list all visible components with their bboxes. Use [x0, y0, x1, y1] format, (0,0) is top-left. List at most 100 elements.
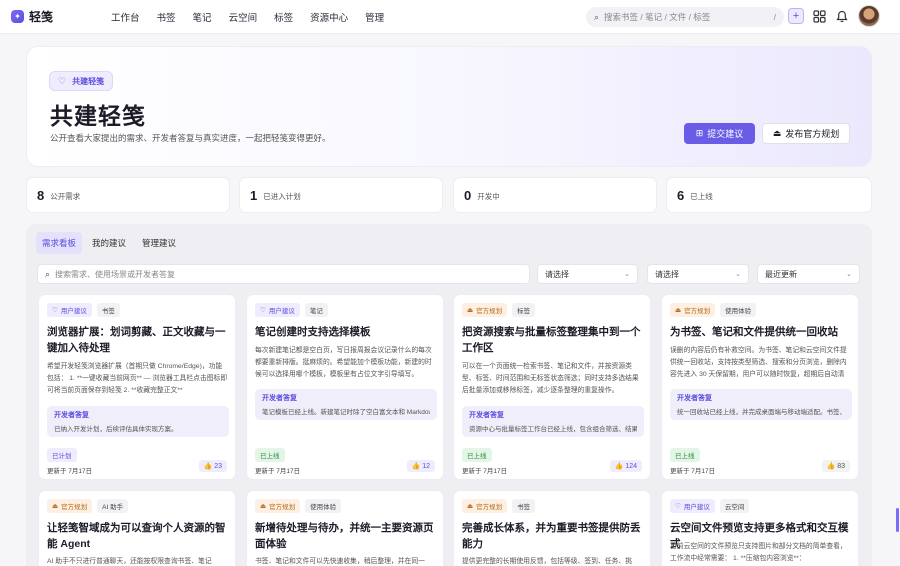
megaphone-icon: ⏏: [52, 503, 59, 510]
developer-reply: 开发者答复 统一回收站已经上线，并完成桌面端与移动端适配。书签、笔记: [670, 389, 852, 420]
lightbulb-icon: ♡: [52, 307, 58, 314]
hero-badge-label: 共建轻笺: [72, 76, 105, 86]
type-chip: ⏏ 官方规划: [462, 499, 508, 513]
nav-item-cloud[interactable]: 云空间: [229, 10, 258, 24]
apps-grid-icon[interactable]: [811, 8, 827, 24]
suggestion-card[interactable]: ♡ 用户建议 笔记 笔记创建时支持选择模板 每次新建笔记都是空白页，写日报周报会议记…: [246, 294, 444, 480]
type-chip: ⏏ 官方规划: [255, 499, 301, 513]
reply-heading: 开发者答复: [469, 412, 504, 419]
status-badge: 已上线: [462, 448, 492, 462]
hero-badge: ♡ 共建轻笺: [49, 71, 114, 91]
stat-value: 8: [37, 187, 45, 203]
chevron-down-icon: ⌄: [846, 271, 852, 278]
add-icon[interactable]: +: [788, 8, 804, 24]
search-icon: ⌕: [594, 11, 600, 22]
megaphone-icon: ⏏: [675, 307, 682, 314]
nav-item-bookmarks[interactable]: 书签: [157, 10, 176, 24]
search-icon: ⌕: [45, 268, 51, 279]
avatar[interactable]: [858, 5, 880, 27]
board-search-input[interactable]: ⌕ 搜索需求、使用场景或开发者答复: [37, 264, 530, 284]
updated-time: 更新于 7月17日: [47, 468, 93, 475]
scrollbar-thumb[interactable]: [896, 508, 899, 532]
stat-value: 1: [250, 187, 258, 203]
type-chip: ⏏ 官方规划: [47, 499, 93, 513]
type-chip: ⏏ 官方规划: [670, 303, 716, 317]
plus-square-icon: ⊞: [695, 128, 704, 138]
hero-banner: ♡ 共建轻笺 共建轻笺 公开查看大家提出的需求、开发者答复与真实进度，一起把轻笺…: [26, 46, 872, 167]
stat-value: 0: [464, 187, 472, 203]
megaphone-icon: ⏏: [772, 128, 782, 138]
publish-plan-label: 发布官方规划: [785, 129, 840, 139]
status-filter-select[interactable]: 请选择 ⌄: [647, 264, 749, 284]
developer-reply: 开发者答复已纳入开发计划，后续评估具体实现方案。: [47, 406, 229, 437]
stat-public: 8 公开需求: [26, 177, 230, 213]
nav-item-workbench[interactable]: 工作台: [111, 10, 140, 24]
chevron-down-icon: ⌄: [735, 271, 741, 278]
card-title: 笔记创建时支持选择模板: [255, 326, 371, 338]
stat-label: 开发中: [477, 192, 500, 201]
app-logo[interactable]: ✦ 轻笺: [11, 8, 53, 25]
reply-heading: 开发者答复: [262, 395, 297, 402]
status-badge: 已计划: [47, 448, 77, 462]
type-chip: ♡ 用户建议: [47, 303, 92, 317]
nav-item-tags[interactable]: 标签: [274, 10, 293, 24]
suggestion-card[interactable]: ⏏ 官方规划 标签 把资源搜索与批量标签整理集中到一个工作区 可以在一个页面统一检索…: [453, 294, 651, 480]
type-chip: ♡ 用户建议: [670, 499, 715, 513]
lightbulb-icon: ♡: [260, 307, 266, 314]
vote-button[interactable]: 👍 124: [609, 460, 642, 472]
chevron-down-icon: ⌄: [624, 271, 630, 278]
search-shortcut: /: [773, 12, 776, 22]
tag-chip: 标签: [512, 303, 536, 317]
select-value: 最近更新: [765, 269, 797, 279]
tag-chip: 使用体验: [720, 303, 757, 317]
tab-my-suggestions[interactable]: 我的建议: [86, 232, 132, 254]
bell-icon[interactable]: [834, 8, 850, 24]
card-title: 让轻笺智域成为可以查询个人资源的智能 Agent: [47, 522, 226, 550]
vote-button[interactable]: 👍 23: [198, 460, 227, 472]
card-title: 新增待处理与待办，并统一主要资源页面体验: [255, 522, 434, 550]
card-title: 把资源搜索与批量标签整理集中到一个工作区: [462, 326, 641, 354]
nav-item-resources[interactable]: 资源中心: [310, 10, 348, 24]
megaphone-icon: ⏏: [467, 503, 474, 510]
suggestion-card[interactable]: ⏏ 官方规划 使用体验 新增待处理与待办，并统一主要资源页面体验 书签、笔记和文件可…: [246, 490, 444, 566]
nav-item-admin[interactable]: 管理: [365, 10, 384, 24]
reply-text: 已纳入开发计划，后续评估具体实现方案。: [54, 426, 178, 433]
megaphone-icon: ⏏: [260, 503, 267, 510]
reply-heading: 开发者答复: [677, 395, 712, 402]
app-name: 轻笺: [29, 10, 54, 24]
card-title: 为书签、笔记和文件提供统一回收站: [670, 326, 838, 338]
tag-chip: 笔记: [304, 303, 328, 317]
reply-text: 笔记模板已经上线。新建笔记时除了空白富文本和 Markdown: [262, 409, 430, 416]
tag-chip: 书签: [512, 499, 536, 513]
type-chip: ♡ 用户建议: [255, 303, 300, 317]
type-filter-select[interactable]: 请选择 ⌄: [537, 264, 638, 284]
suggestion-card[interactable]: ⏏ 官方规划 AI 助手 让轻笺智域成为可以查询个人资源的智能 Agent AI 助…: [38, 490, 236, 566]
sort-select[interactable]: 最近更新 ⌄: [757, 264, 860, 284]
vote-button[interactable]: 👍 12: [406, 460, 435, 472]
submit-suggestion-button[interactable]: ⊞ 提交建议: [684, 123, 755, 144]
publish-plan-button[interactable]: ⏏ 发布官方规划: [762, 123, 850, 144]
suggestion-card[interactable]: ⏏ 官方规划 使用体验 为书签、笔记和文件提供统一回收站 误删的内容后仍有补救空间。…: [661, 294, 859, 480]
suggestion-card[interactable]: ⏏ 官方规划 书签 完善成长体系，并为重要书签提供防丢能力 提供更完整的长期使用反馈…: [453, 490, 651, 566]
suggestion-card[interactable]: ♡ 用户建议 云空间 云空间文件预览支持更多格式和交互模式 目前云空间的文件预览只支…: [661, 490, 859, 566]
thumbs-up-icon: 👍: [411, 463, 421, 470]
vote-button[interactable]: 👍 83: [821, 460, 850, 472]
nav-item-notes[interactable]: 笔记: [193, 10, 212, 24]
updated-time: 更新于 7月17日: [255, 468, 301, 475]
board-tabs: 需求看板 我的建议 管理建议: [36, 232, 182, 254]
page-subtitle: 公开查看大家提出的需求、开发者答复与真实进度，一起把轻笺变得更好。: [50, 133, 331, 143]
developer-reply: 开发者答复笔记模板已经上线。新建笔记时除了空白富文本和 Markdown: [255, 389, 437, 420]
card-description: 希望开发轻笺浏览器扩展（首期只做 Chrome/Edge)，功能包括： 1. *…: [47, 363, 228, 394]
global-search-input[interactable]: ⌕ 搜索书签 / 笔记 / 文件 / 标签 /: [586, 7, 784, 27]
suggestion-card[interactable]: ♡ 用户建议 书签 浏览器扩展：划词剪藏、正文收藏与一键加入待处理 希望开发轻笺浏览…: [38, 294, 236, 480]
reply-heading: 开发者答复: [54, 412, 89, 419]
thumbs-up-icon: 👍: [614, 463, 624, 470]
card-title: 浏览器扩展：划词剪藏、正文收藏与一键加入待处理: [47, 326, 226, 354]
tag-chip: 云空间: [719, 499, 750, 513]
updated-time: 更新于 7月17日: [670, 468, 716, 475]
tab-manage-suggestions[interactable]: 管理建议: [136, 232, 182, 254]
megaphone-icon: ⏏: [467, 307, 474, 314]
stat-value: 6: [677, 187, 685, 203]
select-value: 请选择: [545, 269, 569, 279]
tab-demand-board[interactable]: 需求看板: [36, 232, 83, 254]
